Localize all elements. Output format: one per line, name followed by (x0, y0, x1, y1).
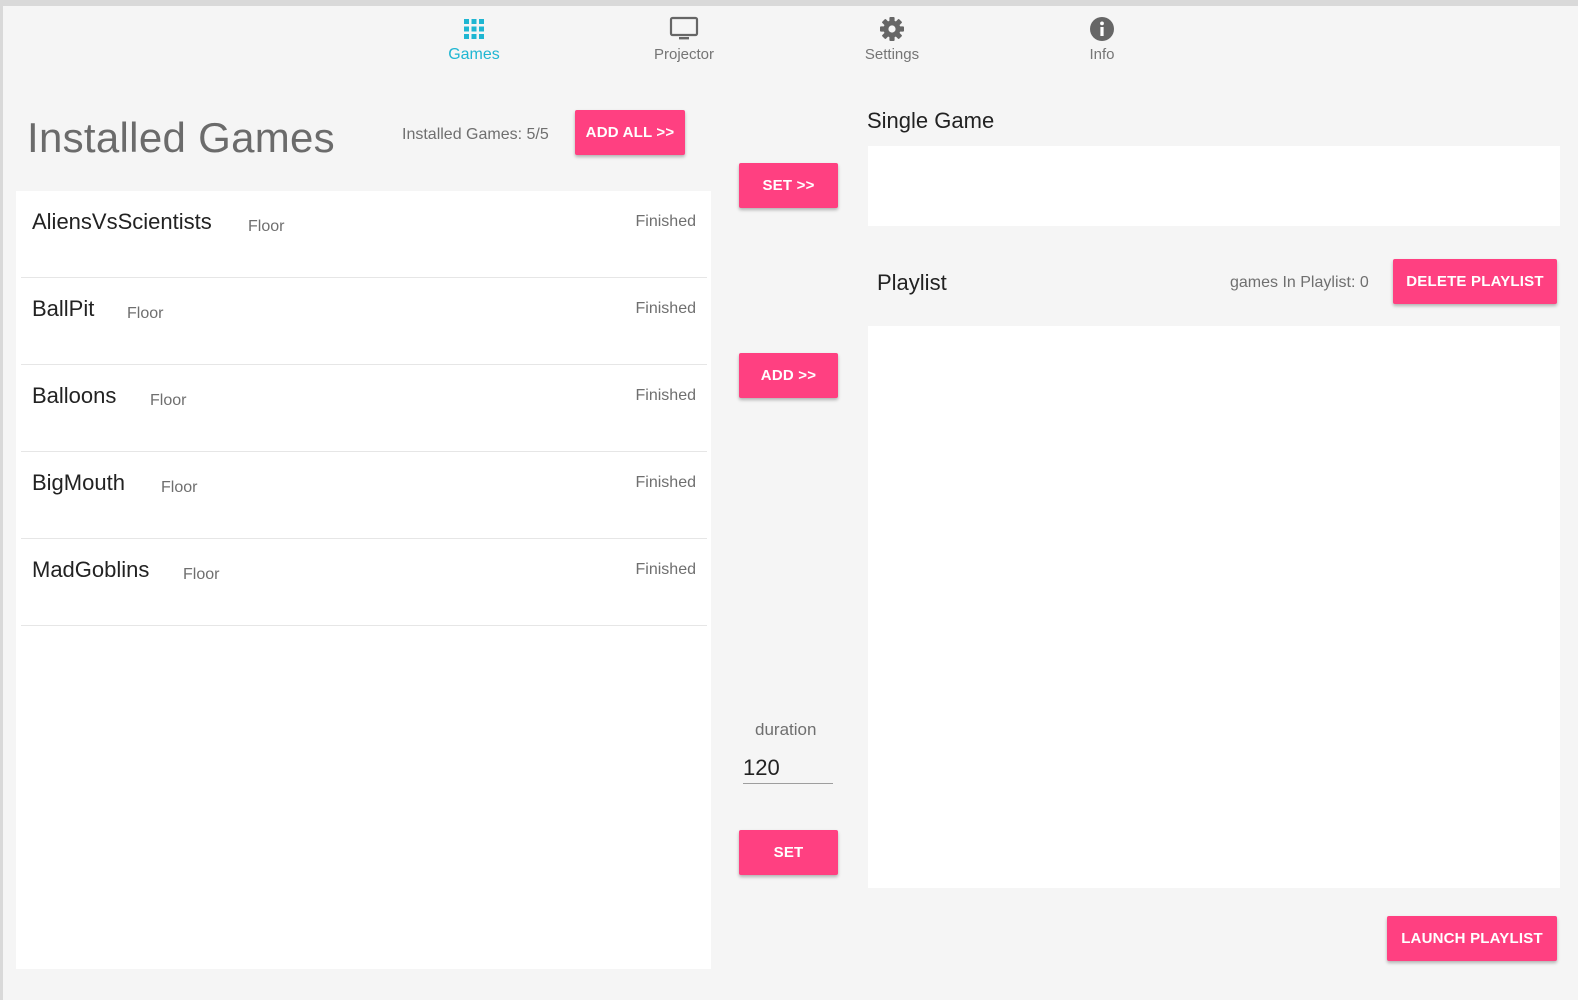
installed-games-count: Installed Games: 5/5 (402, 126, 549, 143)
tab-settings-label: Settings (864, 46, 920, 63)
duration-input[interactable] (743, 752, 833, 784)
single-game-slot[interactable] (868, 146, 1560, 226)
set-single-game-button[interactable]: SET >> (739, 163, 838, 208)
tab-info-label: Info (1089, 46, 1115, 63)
playlist-title: Playlist (877, 270, 947, 295)
game-type: Floor (161, 479, 198, 496)
game-status: Finished (635, 213, 696, 230)
gear-icon (879, 14, 905, 44)
add-to-playlist-button[interactable]: ADD >> (739, 353, 838, 398)
game-name: BallPit (32, 296, 95, 321)
tab-settings[interactable]: Settings (837, 14, 947, 74)
game-type: Floor (183, 566, 220, 583)
game-status: Finished (635, 387, 696, 404)
playlist-count: games In Playlist: 0 (1230, 274, 1369, 291)
installed-games-list: AliensVsScientists Floor Finished BallPi… (16, 191, 711, 969)
game-status: Finished (635, 300, 696, 317)
game-name: MadGoblins (32, 557, 150, 582)
add-all-button[interactable]: ADD ALL >> (575, 110, 685, 155)
tab-games-label: Games (448, 46, 500, 63)
info-icon (1089, 14, 1115, 44)
game-name: BigMouth (32, 470, 125, 495)
set-duration-button[interactable]: SET (739, 830, 838, 875)
list-item[interactable]: AliensVsScientists Floor Finished (21, 191, 707, 278)
game-name: Balloons (32, 383, 117, 408)
game-type: Floor (150, 392, 187, 409)
tab-projector-label: Projector (653, 46, 715, 63)
monitor-icon (669, 14, 699, 44)
grid-icon (463, 14, 485, 44)
list-item[interactable]: MadGoblins Floor Finished (21, 539, 707, 626)
game-type: Floor (248, 218, 285, 235)
list-item[interactable]: BigMouth Floor Finished (21, 452, 707, 539)
delete-playlist-button[interactable]: DELETE PLAYLIST (1393, 259, 1557, 304)
app-window: Games Projector Settings Info Installed … (3, 6, 1578, 1000)
tab-games[interactable]: Games (419, 14, 529, 74)
playlist-area[interactable] (868, 326, 1560, 888)
game-status: Finished (635, 474, 696, 491)
page-title: Installed Games (27, 114, 335, 161)
tab-projector[interactable]: Projector (629, 14, 739, 74)
game-name: AliensVsScientists (32, 209, 212, 234)
tab-info[interactable]: Info (1047, 14, 1157, 74)
launch-playlist-button[interactable]: LAUNCH PLAYLIST (1387, 916, 1557, 961)
game-type: Floor (127, 305, 164, 322)
single-game-title: Single Game (867, 108, 995, 133)
game-status: Finished (635, 561, 696, 578)
list-item[interactable]: BallPit Floor Finished (21, 278, 707, 365)
list-item[interactable]: Balloons Floor Finished (21, 365, 707, 452)
duration-label: duration (755, 720, 817, 739)
